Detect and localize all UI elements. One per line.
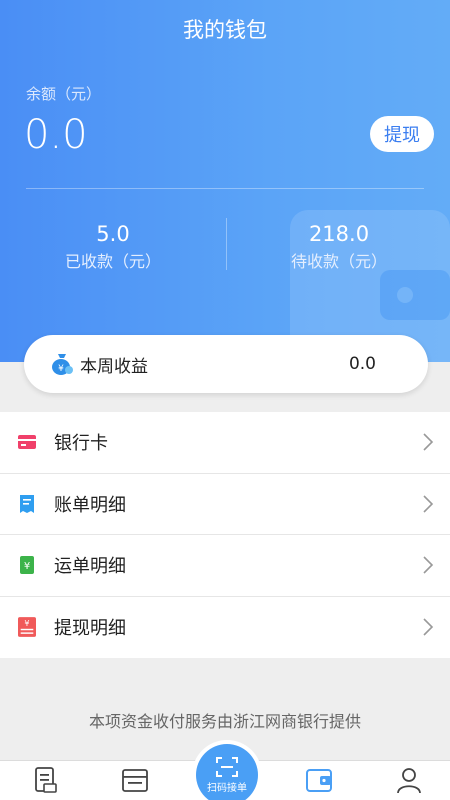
orders-icon[interactable] <box>30 765 60 795</box>
menu-item-bill-details[interactable]: 账单明细 <box>0 474 450 535</box>
page-title: 我的钱包 <box>183 18 267 42</box>
pending-stat: 218.0 待收款（元） <box>226 222 450 272</box>
money-bag-icon: ¥ <box>52 354 73 375</box>
scan-icon <box>216 756 238 777</box>
menu-item-label: 运单明细 <box>54 556 126 578</box>
withdraw-record-icon: ¥ <box>18 617 36 638</box>
menu-item-waybill-details[interactable]: ¥ 运单明细 <box>0 535 450 597</box>
balance-label: 余额（元） <box>26 85 102 103</box>
balance-value: 0.0 <box>24 112 88 158</box>
wallet-menu: 银行卡 账单明细 ¥ 运单明细 ¥ 提现明细 <box>0 412 450 658</box>
wallet-header: 我的钱包 余额（元） 0.0 提现 5.0 已收款（元） 218.0 待收款（元… <box>0 0 450 362</box>
waybill-icon[interactable] <box>120 765 150 795</box>
bank-card-icon <box>18 433 36 451</box>
scan-order-button[interactable]: 扫码接单 <box>196 744 258 800</box>
wallet-icon[interactable] <box>304 765 334 795</box>
weekly-earnings-label: 本周收益 <box>80 356 148 377</box>
menu-item-label: 银行卡 <box>54 433 108 455</box>
chevron-right-icon <box>423 618 434 636</box>
scan-order-label: 扫码接单 <box>207 782 247 794</box>
weekly-earnings-value: 0.0 <box>348 354 376 374</box>
svg-text:¥: ¥ <box>24 618 29 628</box>
bill-icon <box>18 494 36 513</box>
menu-item-label: 提现明细 <box>54 618 126 640</box>
pending-value: 218.0 <box>308 222 370 246</box>
yen-waybill-icon: ¥ <box>18 556 36 575</box>
menu-item-bank-card[interactable]: 银行卡 <box>0 412 450 474</box>
divider <box>26 188 424 189</box>
pending-label: 待收款（元） <box>290 252 387 271</box>
svg-text:¥: ¥ <box>58 364 64 374</box>
weekly-earnings-card[interactable]: ¥ 本周收益 0.0 <box>24 335 428 393</box>
chevron-right-icon <box>423 556 434 574</box>
service-provider-note: 本项资金收付服务由浙江网商银行提供 <box>88 712 361 731</box>
svg-text:¥: ¥ <box>24 561 30 572</box>
received-value: 5.0 <box>96 222 130 246</box>
received-stat: 5.0 已收款（元） <box>0 222 226 272</box>
profile-icon[interactable] <box>394 765 424 795</box>
menu-item-withdraw-details[interactable]: ¥ 提现明细 <box>0 597 450 659</box>
withdraw-button[interactable]: 提现 <box>370 116 434 152</box>
received-label: 已收款（元） <box>64 252 161 271</box>
chevron-right-icon <box>423 495 434 513</box>
menu-item-label: 账单明细 <box>54 494 126 516</box>
chevron-right-icon <box>423 433 434 451</box>
